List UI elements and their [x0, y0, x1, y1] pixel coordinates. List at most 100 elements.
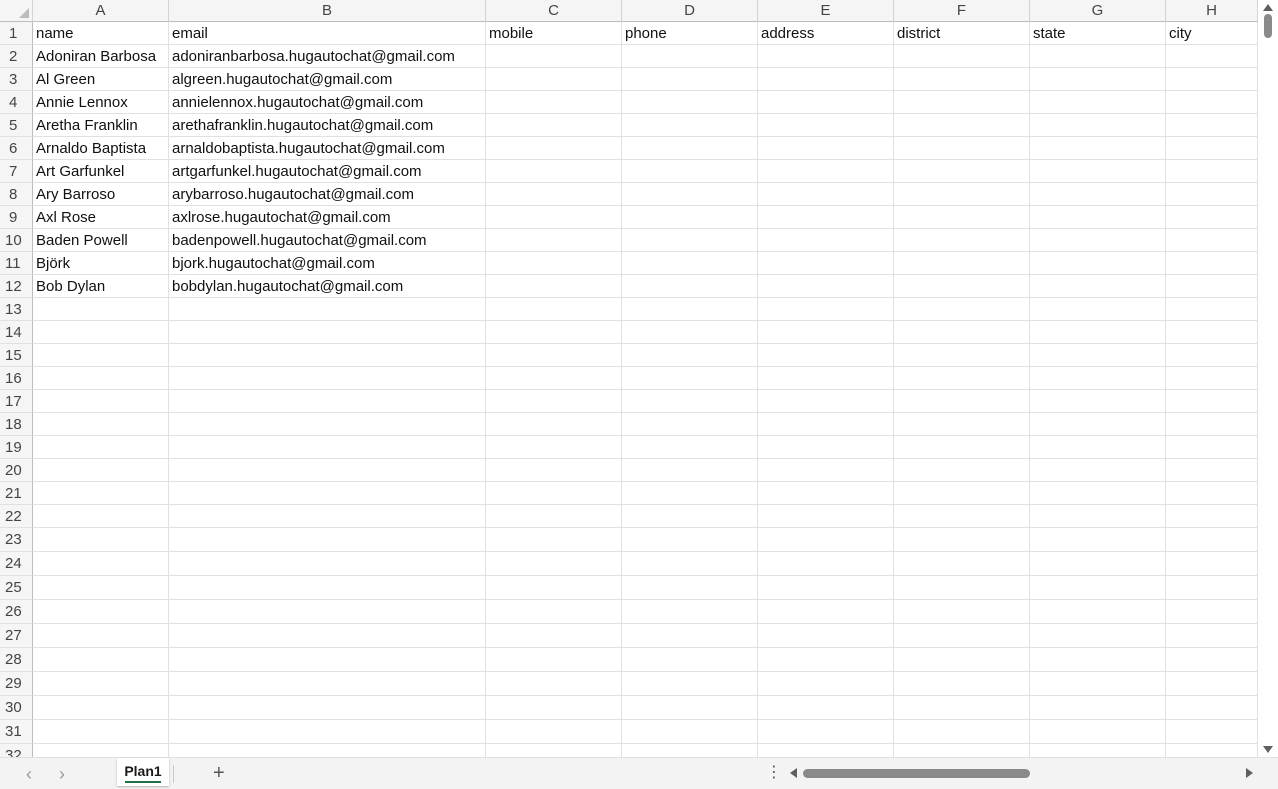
cell-f14[interactable]	[894, 321, 1030, 344]
row-header[interactable]: 30	[0, 696, 33, 720]
cell-g29[interactable]	[1030, 672, 1166, 696]
cell-e2[interactable]	[758, 45, 894, 68]
cell-c4[interactable]	[486, 91, 622, 114]
row-header[interactable]: 16	[0, 367, 33, 390]
row-header[interactable]: 2	[0, 45, 33, 68]
cell-e4[interactable]	[758, 91, 894, 114]
cell-d18[interactable]	[622, 413, 758, 436]
cell-d29[interactable]	[622, 672, 758, 696]
cell-e15[interactable]	[758, 344, 894, 367]
cell-b27[interactable]	[169, 624, 486, 648]
row-header[interactable]: 13	[0, 298, 33, 321]
row-header[interactable]: 6	[0, 137, 33, 160]
cell-h32[interactable]	[1166, 744, 1258, 757]
cell-g8[interactable]	[1030, 183, 1166, 206]
cell-f32[interactable]	[894, 744, 1030, 757]
row-header[interactable]: 19	[0, 436, 33, 459]
cell-d15[interactable]	[622, 344, 758, 367]
cell-b4[interactable]: annielennox.hugautochat@gmail.com	[169, 91, 486, 114]
cell-f5[interactable]	[894, 114, 1030, 137]
cell-a22[interactable]	[33, 505, 169, 528]
cell-b29[interactable]	[169, 672, 486, 696]
cell-c5[interactable]	[486, 114, 622, 137]
vertical-scrollbar[interactable]	[1258, 0, 1278, 757]
cell-c31[interactable]	[486, 720, 622, 744]
cell-b5[interactable]: arethafranklin.hugautochat@gmail.com	[169, 114, 486, 137]
cell-d2[interactable]	[622, 45, 758, 68]
cell-g1[interactable]: state	[1030, 22, 1166, 45]
cell-h16[interactable]	[1166, 367, 1258, 390]
cell-h9[interactable]	[1166, 206, 1258, 229]
cell-d32[interactable]	[622, 744, 758, 757]
chevron-left-icon[interactable]: ‹	[26, 764, 32, 784]
cell-g13[interactable]	[1030, 298, 1166, 321]
cell-h3[interactable]	[1166, 68, 1258, 91]
cell-b12[interactable]: bobdylan.hugautochat@gmail.com	[169, 275, 486, 298]
cell-f6[interactable]	[894, 137, 1030, 160]
cell-h21[interactable]	[1166, 482, 1258, 505]
cell-c6[interactable]	[486, 137, 622, 160]
cell-b2[interactable]: adoniranbarbosa.hugautochat@gmail.com	[169, 45, 486, 68]
cell-c20[interactable]	[486, 459, 622, 482]
cell-g27[interactable]	[1030, 624, 1166, 648]
cell-a15[interactable]	[33, 344, 169, 367]
cell-h20[interactable]	[1166, 459, 1258, 482]
cell-f17[interactable]	[894, 390, 1030, 413]
cell-d1[interactable]: phone	[622, 22, 758, 45]
cell-f21[interactable]	[894, 482, 1030, 505]
cell-a11[interactable]: Björk	[33, 252, 169, 275]
cell-c22[interactable]	[486, 505, 622, 528]
cell-g4[interactable]	[1030, 91, 1166, 114]
cell-e18[interactable]	[758, 413, 894, 436]
cell-c8[interactable]	[486, 183, 622, 206]
cell-d8[interactable]	[622, 183, 758, 206]
cell-h10[interactable]	[1166, 229, 1258, 252]
cell-b19[interactable]	[169, 436, 486, 459]
cell-h23[interactable]	[1166, 528, 1258, 552]
cell-f30[interactable]	[894, 696, 1030, 720]
cell-a8[interactable]: Ary Barroso	[33, 183, 169, 206]
cell-b25[interactable]	[169, 576, 486, 600]
cell-a10[interactable]: Baden Powell	[33, 229, 169, 252]
row-header[interactable]: 8	[0, 183, 33, 206]
row-header[interactable]: 11	[0, 252, 33, 275]
cell-e8[interactable]	[758, 183, 894, 206]
spreadsheet-grid[interactable]: A B C D E F G H 1 name email mobile phone address dist…	[0, 0, 1258, 757]
cell-f23[interactable]	[894, 528, 1030, 552]
cell-a21[interactable]	[33, 482, 169, 505]
cell-e6[interactable]	[758, 137, 894, 160]
vertical-scroll-thumb[interactable]	[1264, 14, 1272, 38]
cell-c29[interactable]	[486, 672, 622, 696]
cell-c26[interactable]	[486, 600, 622, 624]
cell-a24[interactable]	[33, 552, 169, 576]
cell-b23[interactable]	[169, 528, 486, 552]
cell-a3[interactable]: Al Green	[33, 68, 169, 91]
cell-e11[interactable]	[758, 252, 894, 275]
cell-c19[interactable]	[486, 436, 622, 459]
column-header-h[interactable]: H	[1166, 0, 1258, 22]
cell-a26[interactable]	[33, 600, 169, 624]
cell-d20[interactable]	[622, 459, 758, 482]
cell-f29[interactable]	[894, 672, 1030, 696]
cell-e16[interactable]	[758, 367, 894, 390]
cell-f7[interactable]	[894, 160, 1030, 183]
cell-g6[interactable]	[1030, 137, 1166, 160]
cell-h2[interactable]	[1166, 45, 1258, 68]
cell-d23[interactable]	[622, 528, 758, 552]
cell-f4[interactable]	[894, 91, 1030, 114]
cell-d21[interactable]	[622, 482, 758, 505]
row-header[interactable]: 27	[0, 624, 33, 648]
cell-e5[interactable]	[758, 114, 894, 137]
cell-a7[interactable]: Art Garfunkel	[33, 160, 169, 183]
cell-a16[interactable]	[33, 367, 169, 390]
cell-g17[interactable]	[1030, 390, 1166, 413]
cell-e32[interactable]	[758, 744, 894, 757]
cell-c16[interactable]	[486, 367, 622, 390]
cell-c12[interactable]	[486, 275, 622, 298]
cell-a27[interactable]	[33, 624, 169, 648]
cell-e22[interactable]	[758, 505, 894, 528]
cell-e20[interactable]	[758, 459, 894, 482]
cell-c3[interactable]	[486, 68, 622, 91]
cell-h22[interactable]	[1166, 505, 1258, 528]
cell-e10[interactable]	[758, 229, 894, 252]
